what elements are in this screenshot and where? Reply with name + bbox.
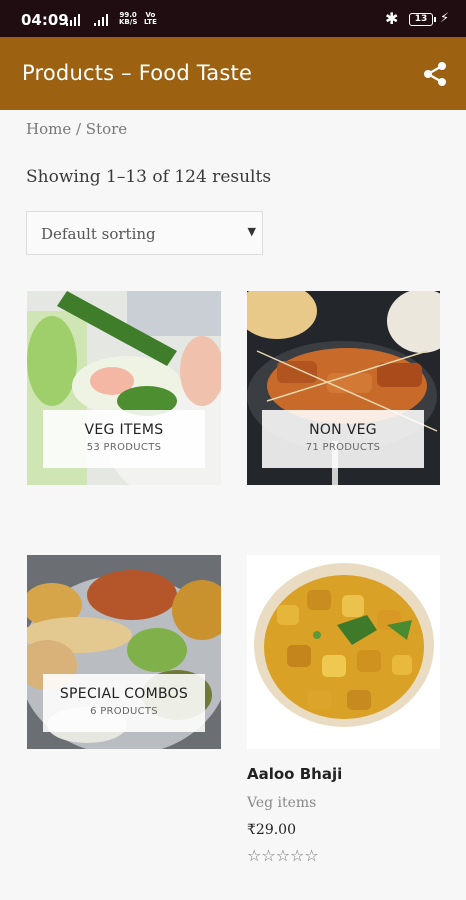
signal-icon	[66, 14, 80, 26]
category-label: NON VEG 71 PRODUCTS	[262, 410, 424, 468]
results-count: Showing 1–13 of 124 results	[26, 167, 272, 187]
category-count: 53 PRODUCTS	[86, 442, 162, 453]
category-name: VEG ITEMS	[84, 422, 164, 438]
product-image	[247, 555, 440, 749]
status-time: 04:09	[21, 11, 69, 29]
product-name[interactable]: Aaloo Bhaji	[247, 765, 342, 783]
bolt-icon: ⚡	[440, 11, 450, 26]
category-label: SPECIAL COMBOS 6 PRODUCTS	[43, 674, 205, 732]
category-tile-non-veg[interactable]: NON VEG 71 PRODUCTS	[247, 291, 440, 485]
battery-icon: 13	[409, 13, 436, 26]
star-rating-icon: ☆☆☆☆☆	[247, 846, 319, 865]
bluetooth-icon: ✱	[385, 9, 399, 28]
share-icon[interactable]	[420, 59, 450, 89]
product-image-aaloo-bhaji[interactable]	[247, 555, 440, 749]
product-price: ₹29.00	[247, 822, 296, 838]
category-count: 71 PRODUCTS	[305, 442, 381, 453]
status-bar: 04:09 99.0 KB/S Vo LTE ✱ 13 ⚡	[0, 0, 466, 37]
sort-select[interactable]: Default sorting ▼	[26, 211, 263, 255]
network-rate: 99.0 KB/S	[119, 11, 138, 26]
breadcrumb[interactable]: Home / Store	[26, 120, 127, 138]
signal-icon	[94, 14, 108, 26]
category-count: 6 PRODUCTS	[90, 706, 158, 717]
volte-indicator: Vo LTE	[144, 11, 157, 26]
category-tile-special-combos[interactable]: SPECIAL COMBOS 6 PRODUCTS	[27, 555, 221, 749]
app-bar: Products – Food Taste	[0, 37, 466, 110]
category-tile-veg-items[interactable]: VEG ITEMS 53 PRODUCTS	[27, 291, 221, 485]
page-title: Products – Food Taste	[22, 61, 253, 85]
category-name: SPECIAL COMBOS	[59, 686, 189, 702]
product-category: Veg items	[247, 795, 317, 811]
triangle-down-icon: ▼	[247, 225, 256, 238]
category-label: VEG ITEMS 53 PRODUCTS	[43, 410, 205, 468]
category-name: NON VEG	[309, 422, 377, 438]
sort-selected-value: Default sorting	[41, 225, 156, 243]
